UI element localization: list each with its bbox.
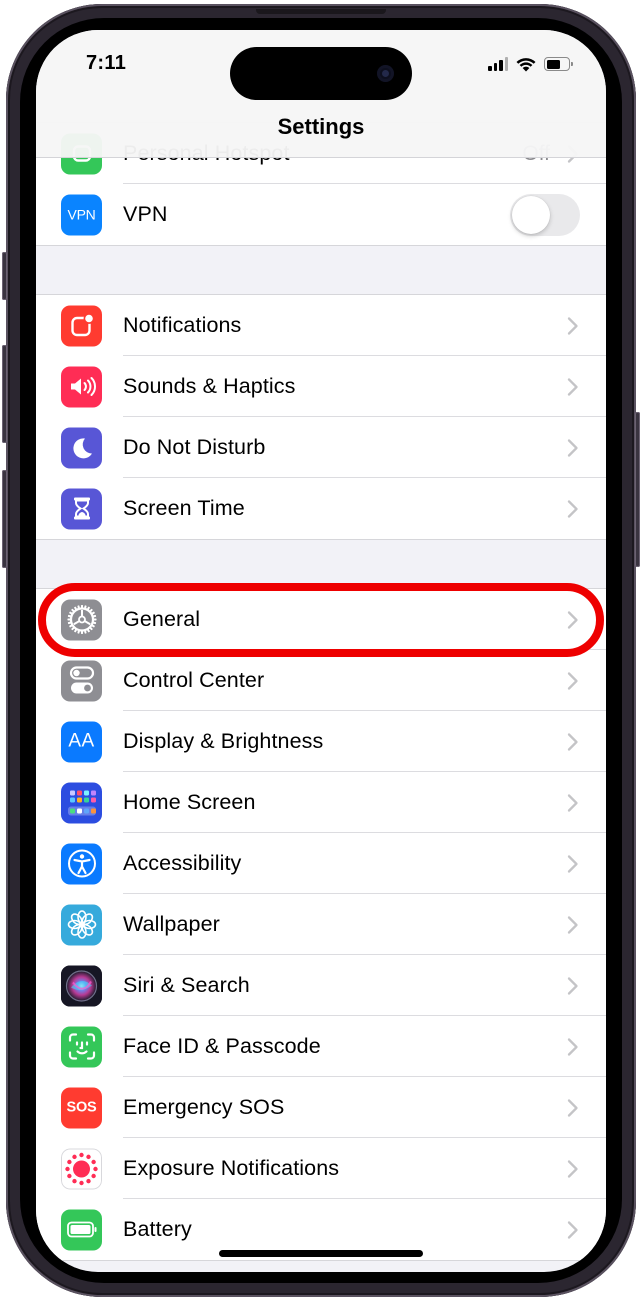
accessibility-icon <box>61 843 102 884</box>
display-brightness-icon: AA <box>61 721 102 762</box>
vpn-icon: VPN <box>61 194 102 235</box>
chevron-right-icon <box>566 610 580 630</box>
wallpaper-flower-icon <box>61 904 102 945</box>
cellular-signal-icon <box>488 57 508 71</box>
settings-row-do-not-disturb[interactable]: Do Not Disturb <box>36 417 606 478</box>
row-label: Wallpaper <box>123 912 220 936</box>
control-center-icon <box>61 660 102 701</box>
row-label: Display & Brightness <box>123 729 324 753</box>
volume-up-button[interactable] <box>2 345 7 443</box>
speaker-grille <box>256 9 386 14</box>
hourglass-icon <box>61 488 102 529</box>
row-label: Screen Time <box>123 496 245 520</box>
settings-row-general[interactable]: General <box>36 589 606 650</box>
row-label: Notifications <box>123 313 242 337</box>
chevron-right-icon <box>566 976 580 996</box>
chevron-right-icon <box>566 915 580 935</box>
chevron-right-icon <box>566 793 580 813</box>
chevron-right-icon <box>566 316 580 336</box>
screen: Personal HotspotOffVPNVPNNotificationsSo… <box>36 30 606 1272</box>
speaker-icon <box>61 366 102 407</box>
battery-settings-icon <box>61 1209 102 1250</box>
home-screen-icon <box>61 782 102 823</box>
status-bar: 7:11 <box>36 30 606 100</box>
wifi-icon <box>516 58 536 72</box>
chevron-right-icon <box>566 1220 580 1240</box>
action-button[interactable] <box>2 252 7 300</box>
settings-row-display-and-brightness[interactable]: AA Display & Brightness <box>36 711 606 772</box>
vpn-toggle[interactable] <box>510 193 580 236</box>
settings-row-home-screen[interactable]: Home Screen <box>36 772 606 833</box>
page-title: Settings <box>277 114 365 139</box>
toggle-knob <box>512 195 550 234</box>
chevron-right-icon <box>566 732 580 752</box>
exposure-notifications-icon <box>61 1148 102 1189</box>
row-label: Siri & Search <box>123 973 250 997</box>
settings-group: General Control Center AA Display & Brightn… <box>36 588 606 1261</box>
chevron-right-icon <box>566 671 580 691</box>
settings-row-control-center[interactable]: Control Center <box>36 650 606 711</box>
settings-row-wallpaper[interactable]: Wallpaper <box>36 894 606 955</box>
chevron-right-icon <box>566 499 580 519</box>
home-indicator[interactable] <box>219 1250 423 1257</box>
status-icons <box>488 56 573 72</box>
settings-list[interactable]: Personal HotspotOffVPNVPNNotificationsSo… <box>36 122 606 1261</box>
chevron-right-icon <box>566 854 580 874</box>
dynamic-island <box>230 47 412 100</box>
side-power-button[interactable] <box>635 412 640 567</box>
face-id-icon <box>61 1026 102 1067</box>
settings-row-notifications[interactable]: Notifications <box>36 295 606 356</box>
section-separator <box>36 540 606 588</box>
row-label: Control Center <box>123 668 265 692</box>
section-separator <box>36 246 606 294</box>
settings-row-accessibility[interactable]: Accessibility <box>36 833 606 894</box>
chevron-right-icon <box>566 438 580 458</box>
gear-icon <box>61 599 102 640</box>
notifications-icon <box>61 305 102 346</box>
settings-row-emergency-sos[interactable]: SOS Emergency SOS <box>36 1077 606 1138</box>
settings-row-siri-and-search[interactable]: Siri & Search <box>36 955 606 1016</box>
chevron-right-icon <box>566 377 580 397</box>
settings-group: Notifications Sounds & Haptics Do Not Dist… <box>36 294 606 540</box>
sos-icon: SOS <box>61 1087 102 1128</box>
row-label: Do Not Disturb <box>123 435 266 459</box>
row-label: Battery <box>123 1217 192 1241</box>
row-label: Sounds & Haptics <box>123 374 296 398</box>
front-camera <box>377 65 394 82</box>
moon-icon <box>61 427 102 468</box>
chevron-right-icon <box>566 1159 580 1179</box>
settings-row-screen-time[interactable]: Screen Time <box>36 478 606 539</box>
row-label: Emergency SOS <box>123 1095 285 1119</box>
row-label: VPN <box>123 202 168 226</box>
battery-icon <box>544 57 573 71</box>
status-time: 7:11 <box>86 52 127 74</box>
volume-down-button[interactable] <box>2 470 7 568</box>
chevron-right-icon <box>566 1098 580 1118</box>
row-label: Exposure Notifications <box>123 1156 340 1180</box>
settings-row-vpn[interactable]: VPN VPN <box>36 184 606 245</box>
siri-icon <box>61 965 102 1006</box>
row-label: Accessibility <box>123 851 242 875</box>
settings-row-exposure-notifications[interactable]: Exposure Notifications <box>36 1138 606 1199</box>
row-label: Home Screen <box>123 790 256 814</box>
row-label: Face ID & Passcode <box>123 1034 321 1058</box>
settings-row-sounds-and-haptics[interactable]: Sounds & Haptics <box>36 356 606 417</box>
settings-row-face-id-and-passcode[interactable]: Face ID & Passcode <box>36 1016 606 1077</box>
chevron-right-icon <box>566 1037 580 1057</box>
row-label: General <box>123 607 201 631</box>
